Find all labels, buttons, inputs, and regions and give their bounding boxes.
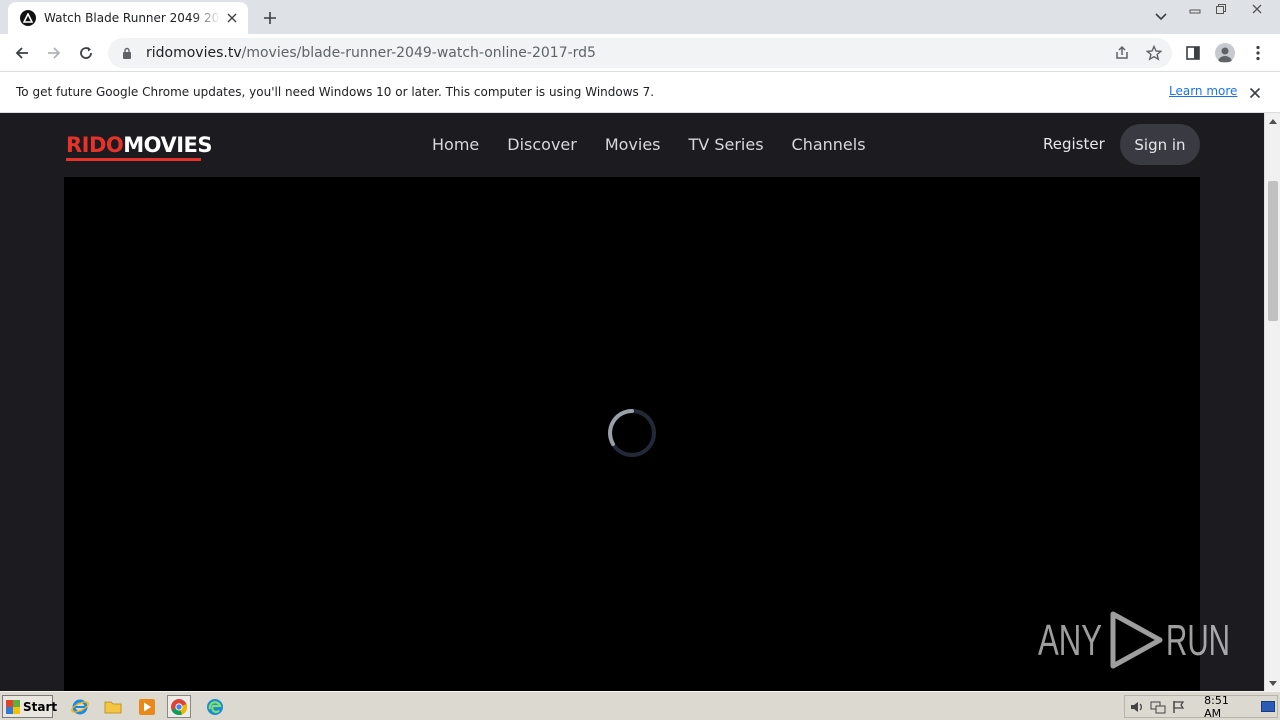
browser-tab[interactable]: Watch Blade Runner 2049 2017 Movie Onlin… [8, 2, 248, 34]
volume-icon[interactable] [1128, 697, 1146, 717]
svg-text:ANY: ANY [1038, 616, 1102, 665]
taskbar: Start 8:51 AM [0, 691, 1280, 720]
chrome-taskbar-icon[interactable] [167, 695, 191, 718]
tab-title: Watch Blade Runner 2049 2017 Movie Onlin… [44, 11, 220, 25]
window-controls [1182, 0, 1279, 18]
network-icon[interactable] [1149, 697, 1167, 717]
bookmark-star-icon[interactable] [1142, 41, 1166, 65]
edge-icon[interactable] [203, 695, 227, 718]
page-viewport: RIDOMOVIES Home Discover Movies TV Serie… [0, 113, 1264, 691]
update-infobar: To get future Google Chrome updates, you… [0, 72, 1280, 113]
svg-text:RUN: RUN [1166, 616, 1230, 665]
file-explorer-icon[interactable] [101, 695, 125, 718]
share-icon[interactable] [1110, 41, 1134, 65]
taskbar-clock[interactable]: 8:51 AM [1204, 694, 1245, 720]
address-bar[interactable]: ridomovies.tv/movies/blade-runner-2049-w… [108, 38, 1172, 68]
lock-icon[interactable] [120, 46, 134, 60]
scroll-down-icon[interactable] [1265, 675, 1280, 691]
nav-channels[interactable]: Channels [792, 135, 866, 154]
browser-toolbar: ridomovies.tv/movies/blade-runner-2049-w… [0, 34, 1280, 72]
video-player[interactable] [64, 177, 1200, 691]
minimize-button[interactable] [1182, 0, 1208, 17]
logo-underline [66, 158, 201, 161]
forward-button[interactable] [41, 40, 67, 66]
learn-more-link[interactable]: Learn more [1169, 84, 1237, 98]
show-desktop-icon[interactable] [1259, 697, 1277, 717]
side-panel-button[interactable] [1180, 40, 1206, 66]
nav-movies[interactable]: Movies [605, 135, 661, 154]
windows-flag-icon [6, 699, 20, 714]
url-text: ridomovies.tv/movies/blade-runner-2049-w… [146, 45, 596, 61]
new-tab-button[interactable] [258, 6, 282, 30]
system-tray: 8:51 AM [1124, 694, 1278, 720]
window-close-button[interactable] [1234, 0, 1279, 17]
tab-search-chevron-icon[interactable] [1150, 6, 1172, 28]
nav-discover[interactable]: Discover [507, 135, 577, 154]
infobar-message: To get future Google Chrome updates, you… [16, 85, 655, 99]
nav-tv-series[interactable]: TV Series [689, 135, 764, 154]
anyrun-watermark: ANY RUN [1038, 608, 1233, 674]
profile-button[interactable] [1212, 40, 1238, 66]
register-link[interactable]: Register [1043, 135, 1105, 153]
page-scrollbar[interactable] [1264, 113, 1280, 691]
tab-strip: Watch Blade Runner 2049 2017 Movie Onlin… [0, 0, 1280, 34]
avatar-icon [1215, 43, 1235, 63]
main-nav: Home Discover Movies TV Series Channels [432, 135, 866, 154]
loading-spinner-icon [608, 409, 656, 457]
media-player-icon[interactable] [135, 695, 159, 718]
action-center-flag-icon[interactable] [1170, 697, 1188, 717]
restore-button[interactable] [1208, 0, 1234, 17]
infobar-close-icon[interactable] [1246, 84, 1264, 102]
back-button[interactable] [9, 40, 35, 66]
internet-explorer-icon[interactable] [68, 695, 92, 718]
site-header: RIDOMOVIES Home Discover Movies TV Serie… [0, 113, 1264, 177]
menu-kebab-icon[interactable] [1245, 40, 1271, 66]
play-triangle-icon [1110, 611, 1163, 669]
start-button[interactable]: Start [2, 695, 57, 718]
site-logo[interactable]: RIDOMOVIES [66, 133, 213, 161]
signin-button[interactable]: Sign in [1120, 124, 1200, 165]
site-favicon-icon [20, 10, 36, 26]
scroll-up-icon[interactable] [1265, 113, 1280, 129]
nav-home[interactable]: Home [432, 135, 479, 154]
reload-button[interactable] [73, 40, 99, 66]
tab-close-icon[interactable] [224, 10, 240, 26]
scrollbar-thumb[interactable] [1268, 181, 1278, 321]
